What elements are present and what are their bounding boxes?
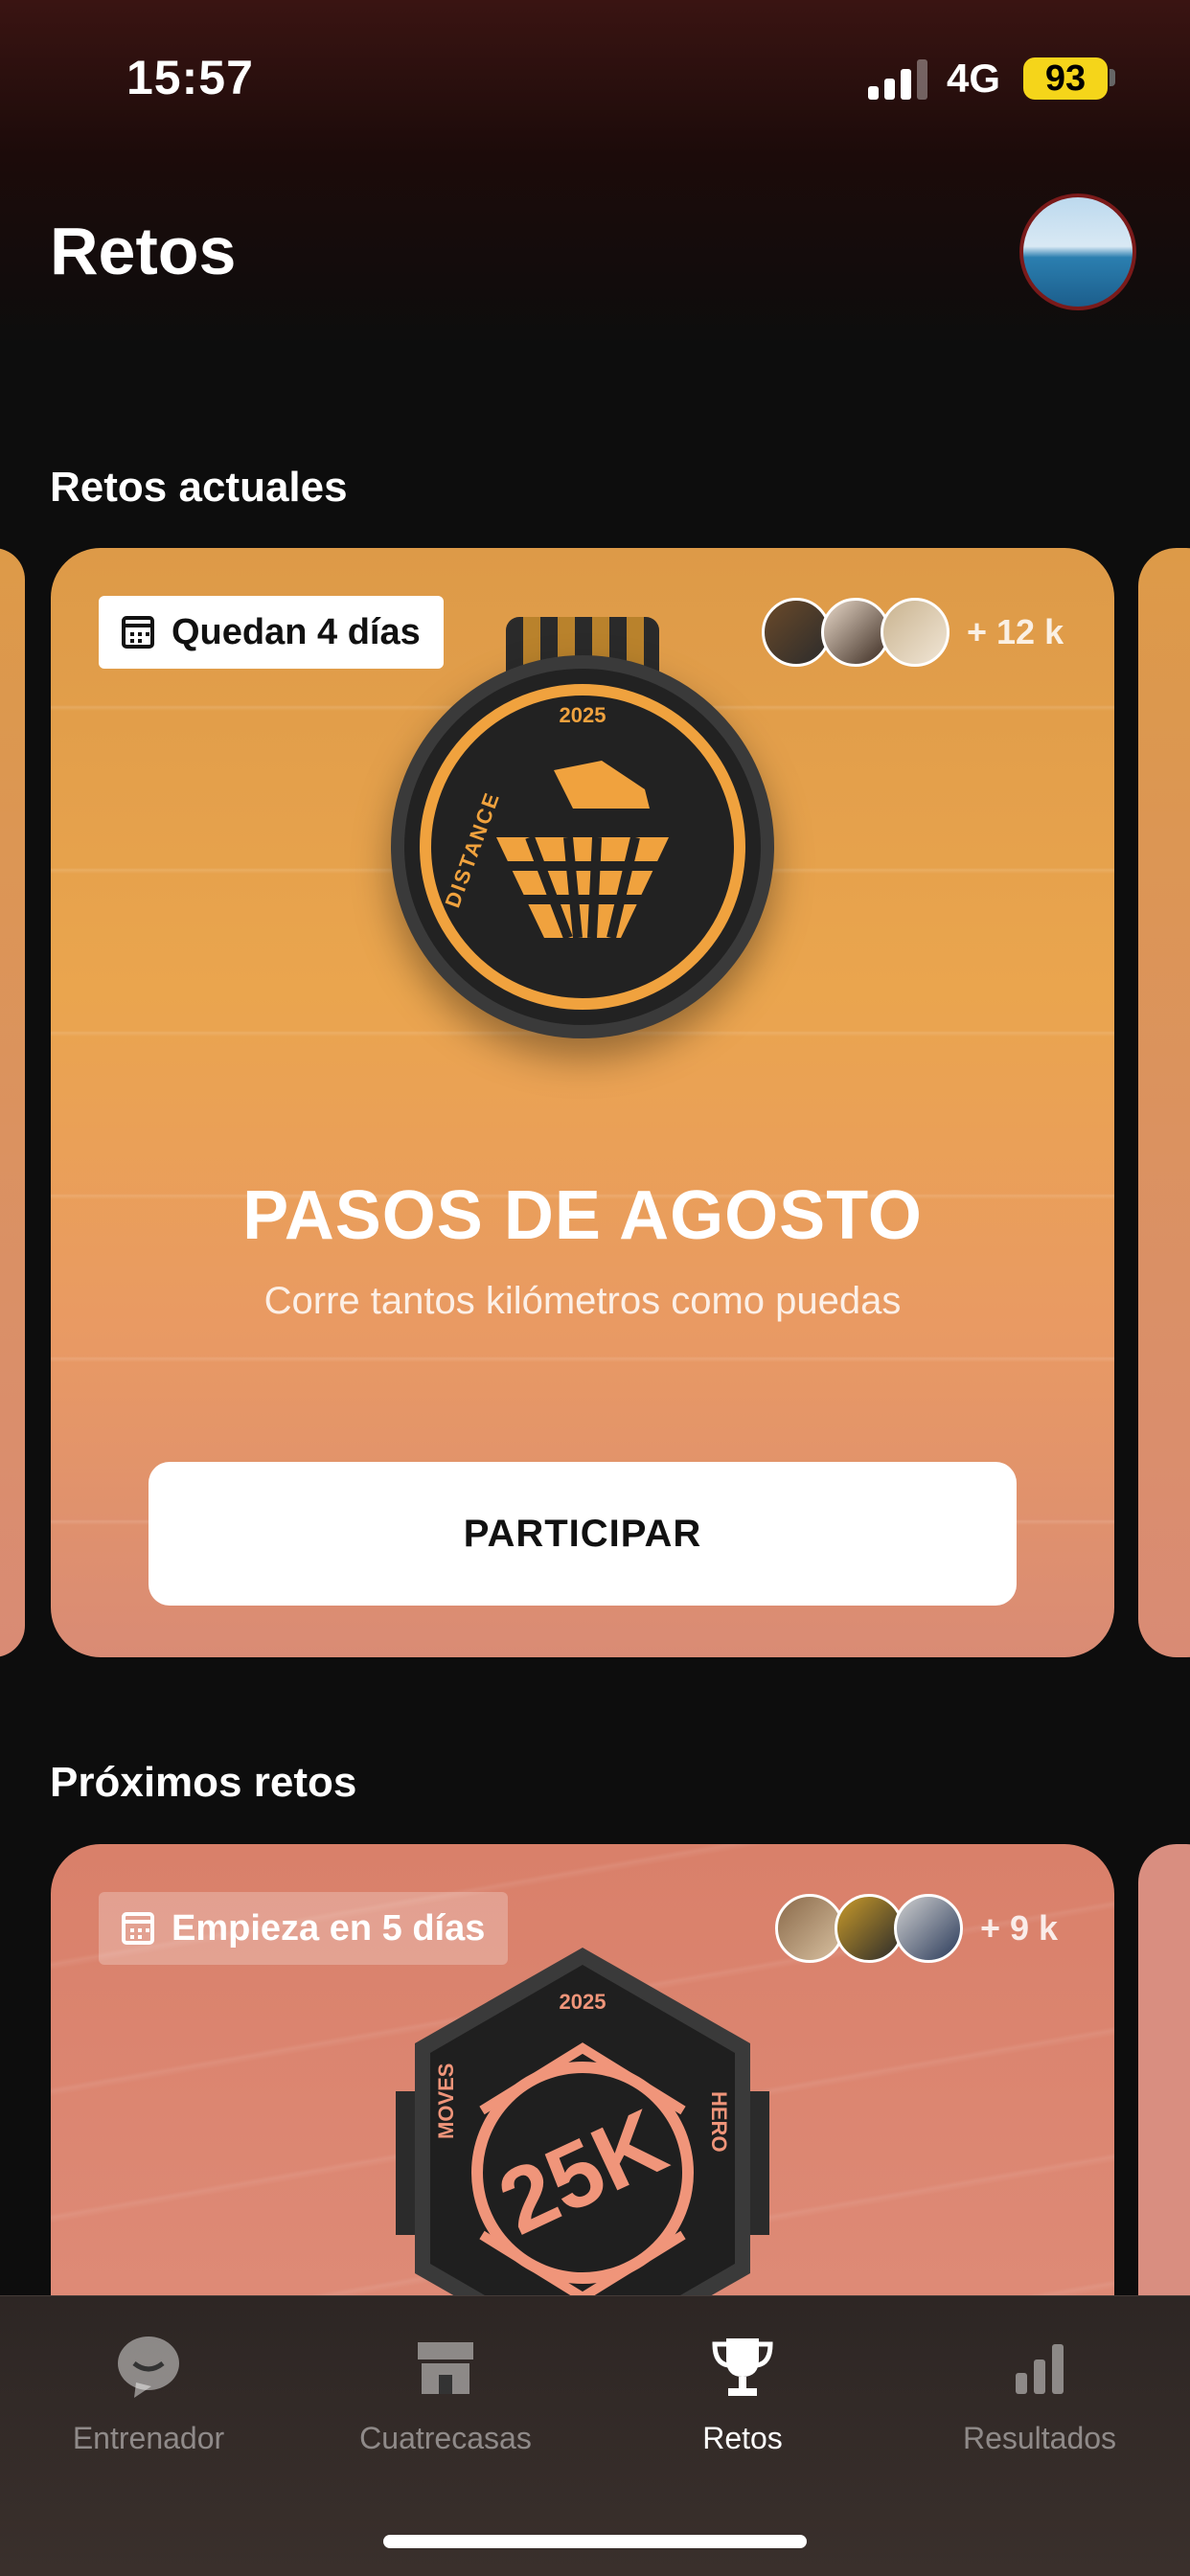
participants-count: + 12 k	[967, 612, 1064, 651]
tab-resultados[interactable]: Resultados	[891, 2335, 1188, 2456]
tab-retos[interactable]: Retos	[594, 2335, 891, 2456]
participant-avatar	[894, 1894, 963, 1963]
tab-label: Resultados	[962, 2421, 1117, 2455]
signal-icon	[868, 57, 929, 100]
status-time: 15:57	[126, 51, 254, 104]
participants-group: + 9 k	[775, 1892, 1058, 1965]
medal-year: 2025	[559, 1990, 606, 2014]
network-type: 4G	[947, 56, 1001, 101]
status-bar: 15:57 4G 93	[0, 0, 1190, 153]
current-challenge-card[interactable]: Quedan 4 días + 12 k 2025 DISTANCE PASOS…	[51, 548, 1114, 1657]
challenge-medal: 2025 DISTANCE	[391, 617, 774, 1038]
tab-label: Cuatrecasas	[359, 2421, 532, 2455]
page-title: Retos	[50, 214, 237, 288]
participants-count: + 9 k	[980, 1908, 1059, 1948]
calendar-icon	[122, 1912, 154, 1945]
battery-tip	[1110, 69, 1115, 86]
medal-body: 2025 DISTANCE	[391, 655, 774, 1038]
store-icon	[412, 2335, 479, 2402]
challenge-title: PASOS DE AGOSTO	[242, 1177, 923, 1254]
avatar[interactable]	[1019, 194, 1136, 310]
tab-label: Entrenador	[72, 2421, 225, 2455]
battery-icon: 93	[1023, 57, 1108, 100]
challenge-subtitle: Corre tantos kilómetros como puedas	[263, 1280, 902, 1322]
participants-group: + 12 k	[762, 596, 1064, 669]
medal-left-text: MOVES	[434, 2063, 458, 2139]
calendar-icon	[122, 616, 154, 649]
bar-chart-icon	[1006, 2335, 1073, 2402]
section-title-upcoming: Próximos retos	[50, 1759, 357, 1806]
tab-label: Retos	[702, 2421, 783, 2455]
home-indicator	[383, 2535, 807, 2548]
section-title-current: Retos actuales	[50, 464, 348, 511]
next-challenge-card[interactable]	[1138, 548, 1190, 1657]
tab-cuatrecasas[interactable]: Cuatrecasas	[297, 2335, 594, 2456]
participate-button[interactable]: PARTICIPAR	[149, 1462, 1017, 1606]
days-left-text: Quedan 4 días	[172, 611, 421, 652]
participant-avatar	[881, 598, 950, 667]
medal-year: 2025	[559, 703, 606, 727]
tab-entrenador[interactable]: Entrenador	[0, 2335, 297, 2456]
previous-challenge-card[interactable]	[0, 548, 25, 1657]
trophy-icon	[709, 2335, 776, 2402]
chat-bubble-icon	[115, 2335, 182, 2402]
starts-in-text: Empieza en 5 días	[172, 1907, 486, 1949]
running-shoe-icon	[496, 761, 669, 940]
